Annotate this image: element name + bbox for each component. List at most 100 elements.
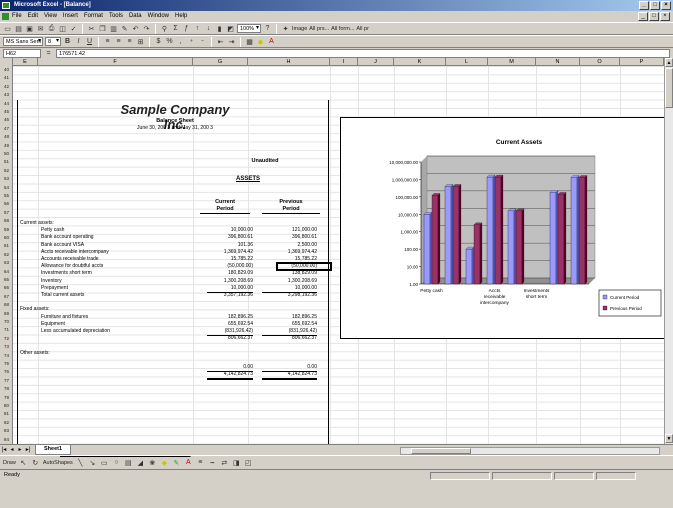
row-header[interactable]: 57 — [0, 209, 13, 217]
menu-window[interactable]: Window — [148, 11, 169, 22]
row-header[interactable]: 60 — [0, 234, 13, 242]
row-header[interactable]: 48 — [0, 133, 13, 141]
line-icon[interactable]: ╲ — [76, 458, 85, 467]
col-header-l[interactable]: L — [446, 58, 488, 66]
current-assets-chart[interactable]: Current Assets 10,000,000.00 1,000,000.00 1… — [340, 117, 666, 339]
row-header[interactable]: 75 — [0, 360, 13, 368]
formula-input[interactable]: 176571.42 — [56, 48, 670, 58]
next-sheet-icon[interactable]: ▸ — [16, 446, 24, 454]
menu-data[interactable]: Data — [129, 11, 142, 22]
textbox-icon[interactable]: ▤ — [124, 458, 133, 467]
select-objects-icon[interactable]: ↖ — [19, 458, 28, 467]
row-header[interactable]: 58 — [0, 217, 13, 225]
row-header[interactable]: 70 — [0, 318, 13, 326]
drawing-icon[interactable]: ◩ — [226, 24, 235, 33]
borders-icon[interactable]: ▦ — [245, 37, 254, 46]
row-header[interactable]: 76 — [0, 368, 13, 376]
menu-view[interactable]: View — [44, 11, 57, 22]
comma-icon[interactable]: , — [176, 37, 185, 46]
font-size-select[interactable]: 8 — [45, 37, 61, 46]
align-right-icon[interactable]: ≡ — [125, 37, 134, 46]
draw-font-color-icon[interactable]: A — [184, 458, 193, 467]
redo-icon[interactable]: ↷ — [142, 24, 151, 33]
row-header[interactable]: 56 — [0, 200, 13, 208]
scroll-up-arrow[interactable]: ▲ — [665, 58, 673, 67]
row-header[interactable]: 49 — [0, 142, 13, 150]
line-color-icon[interactable]: ✎ — [172, 458, 181, 467]
percent-icon[interactable]: % — [165, 37, 174, 46]
col-header-h[interactable]: H — [248, 58, 330, 66]
row-header[interactable]: 47 — [0, 125, 13, 133]
workbook-icon[interactable] — [2, 13, 9, 20]
name-box[interactable]: H62 — [3, 48, 41, 58]
row-header[interactable]: 74 — [0, 352, 13, 360]
email-icon[interactable]: ✉ — [36, 24, 45, 33]
underline-icon[interactable]: U — [85, 37, 94, 46]
row-header[interactable]: 53 — [0, 175, 13, 183]
row-header[interactable]: 64 — [0, 268, 13, 276]
sort-asc-icon[interactable]: ↑ — [193, 24, 202, 33]
col-header-j[interactable]: J — [358, 58, 394, 66]
row-header[interactable]: 68 — [0, 301, 13, 309]
align-left-icon[interactable]: ≡ — [103, 37, 112, 46]
font-color-icon[interactable]: A — [267, 37, 276, 46]
rectangle-icon[interactable]: ▭ — [100, 458, 109, 467]
font-name-select[interactable]: MS Sans Serif — [3, 37, 43, 46]
zoom-select[interactable]: 100% — [237, 24, 261, 33]
maximize-button[interactable]: □ — [650, 1, 660, 10]
undo-icon[interactable]: ↶ — [131, 24, 140, 33]
col-header-f[interactable]: F — [38, 58, 193, 66]
current-period-value[interactable]: 4,142,824.73 — [207, 370, 253, 381]
arrow-icon[interactable]: ↘ — [88, 458, 97, 467]
row-header[interactable]: 45 — [0, 108, 13, 116]
row-header[interactable]: 69 — [0, 310, 13, 318]
increase-decimal-icon[interactable]: ⁺ — [187, 37, 196, 46]
draw-fill-color-icon[interactable]: ◆ — [160, 458, 169, 467]
function-insert-icon[interactable]: = — [44, 49, 53, 58]
row-header[interactable]: 46 — [0, 116, 13, 124]
toolbar-link-4[interactable]: All pr — [356, 26, 369, 32]
italic-icon[interactable]: I — [74, 37, 83, 46]
col-header-i[interactable]: I — [330, 58, 358, 66]
active-cell-h62[interactable] — [276, 262, 332, 271]
function-icon[interactable]: ƒ — [182, 24, 191, 33]
sheet-tab-sheet1[interactable]: Sheet1 — [35, 445, 72, 455]
row-header[interactable]: 78 — [0, 385, 13, 393]
scroll-down-arrow[interactable]: ▼ — [665, 434, 673, 443]
row-header[interactable]: 42 — [0, 83, 13, 91]
3d-icon[interactable]: ◰ — [244, 458, 253, 467]
row-header[interactable]: 82 — [0, 419, 13, 427]
row-header[interactable]: 81 — [0, 410, 13, 418]
row-header[interactable]: 65 — [0, 276, 13, 284]
image-icon[interactable]: ✦ — [281, 24, 290, 33]
horizontal-scrollbar[interactable] — [400, 447, 660, 455]
print-icon[interactable]: ⎙ — [47, 24, 56, 33]
row-header[interactable]: 71 — [0, 326, 13, 334]
dash-style-icon[interactable]: ┅ — [208, 458, 217, 467]
col-header-e[interactable]: E — [13, 58, 38, 66]
save-icon[interactable]: ▣ — [25, 24, 34, 33]
toolbar-link-2[interactable]: All prs... — [309, 26, 329, 32]
help-icon[interactable]: ? — [263, 24, 272, 33]
row-header[interactable]: 59 — [0, 226, 13, 234]
col-header-n[interactable]: N — [536, 58, 580, 66]
row-header[interactable]: 44 — [0, 100, 13, 108]
col-header-o[interactable]: O — [580, 58, 620, 66]
row-header[interactable]: 84 — [0, 436, 13, 444]
excel-app-icon[interactable] — [2, 2, 10, 9]
row-header[interactable]: 61 — [0, 242, 13, 250]
preview-icon[interactable]: ◫ — [58, 24, 67, 33]
arrow-style-icon[interactable]: ⇄ — [220, 458, 229, 467]
col-header-g[interactable]: G — [193, 58, 248, 66]
row-header[interactable]: 63 — [0, 259, 13, 267]
menu-tools[interactable]: Tools — [109, 11, 123, 22]
new-icon[interactable]: ▭ — [3, 24, 12, 33]
chart-wizard-icon[interactable]: ▮ — [215, 24, 224, 33]
menu-insert[interactable]: Insert — [63, 11, 78, 22]
horizontal-scroll-thumb[interactable] — [411, 448, 471, 454]
doc-close-button[interactable]: × — [660, 12, 670, 21]
fill-color-icon[interactable]: ◆ — [256, 37, 265, 46]
row-header[interactable]: 80 — [0, 402, 13, 410]
merge-center-icon[interactable]: ⊞ — [136, 37, 145, 46]
row-header[interactable]: 67 — [0, 293, 13, 301]
